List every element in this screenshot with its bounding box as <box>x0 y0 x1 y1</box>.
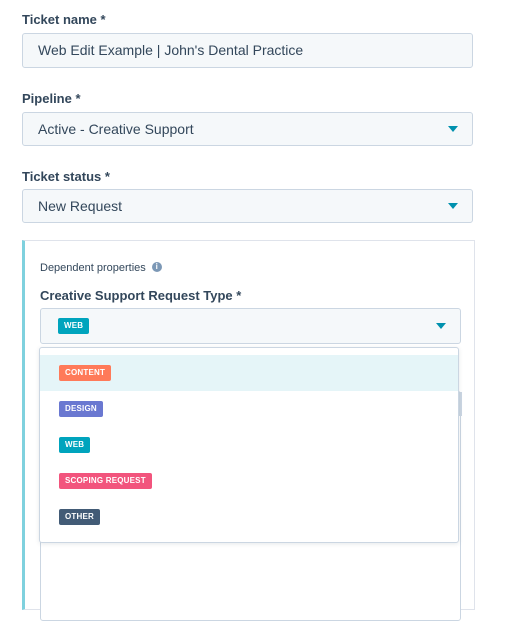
ticket-status-value: New Request <box>38 198 123 214</box>
ticket-status-label: Ticket status * <box>22 169 110 184</box>
option-tag-web: WEB <box>59 437 91 453</box>
request-type-selected-tag: WEB <box>58 318 90 334</box>
request-type-caret-down-icon[interactable] <box>436 323 446 329</box>
dropdown-option-scoping-request[interactable]: SCOPING REQUEST <box>40 463 458 499</box>
option-tag-scoping-request: SCOPING REQUEST <box>59 473 152 489</box>
dependent-properties-title: Dependent properties i <box>40 262 162 274</box>
request-type-select[interactable]: WEB <box>40 308 461 344</box>
request-type-dropdown-menu: CONTENT DESIGN WEB SCOPING REQUEST OTHER <box>39 347 459 543</box>
request-type-label: Creative Support Request Type * <box>40 288 242 303</box>
field-edge <box>459 392 462 416</box>
dropdown-option-web[interactable]: WEB <box>40 427 458 463</box>
pipeline-label: Pipeline * <box>22 91 81 106</box>
ticket-name-input[interactable] <box>38 35 458 65</box>
pipeline-caret-down-icon[interactable] <box>448 126 458 132</box>
ticket-name-field[interactable] <box>22 33 473 68</box>
pipeline-select[interactable]: Active - Creative Support <box>22 112 473 146</box>
info-icon[interactable]: i <box>151 262 162 273</box>
ticket-status-caret-down-icon[interactable] <box>448 203 458 209</box>
pipeline-value: Active - Creative Support <box>38 121 194 137</box>
ticket-status-select[interactable]: New Request <box>22 189 473 223</box>
option-tag-design: DESIGN <box>59 401 103 417</box>
dropdown-option-content[interactable]: CONTENT <box>40 355 458 391</box>
ticket-name-label: Ticket name * <box>22 12 106 27</box>
dependent-properties-title-text: Dependent properties <box>40 262 146 274</box>
option-tag-content: CONTENT <box>59 365 112 381</box>
dropdown-option-other[interactable]: OTHER <box>40 499 458 535</box>
option-tag-other: OTHER <box>59 509 100 525</box>
dropdown-option-design[interactable]: DESIGN <box>40 391 458 427</box>
